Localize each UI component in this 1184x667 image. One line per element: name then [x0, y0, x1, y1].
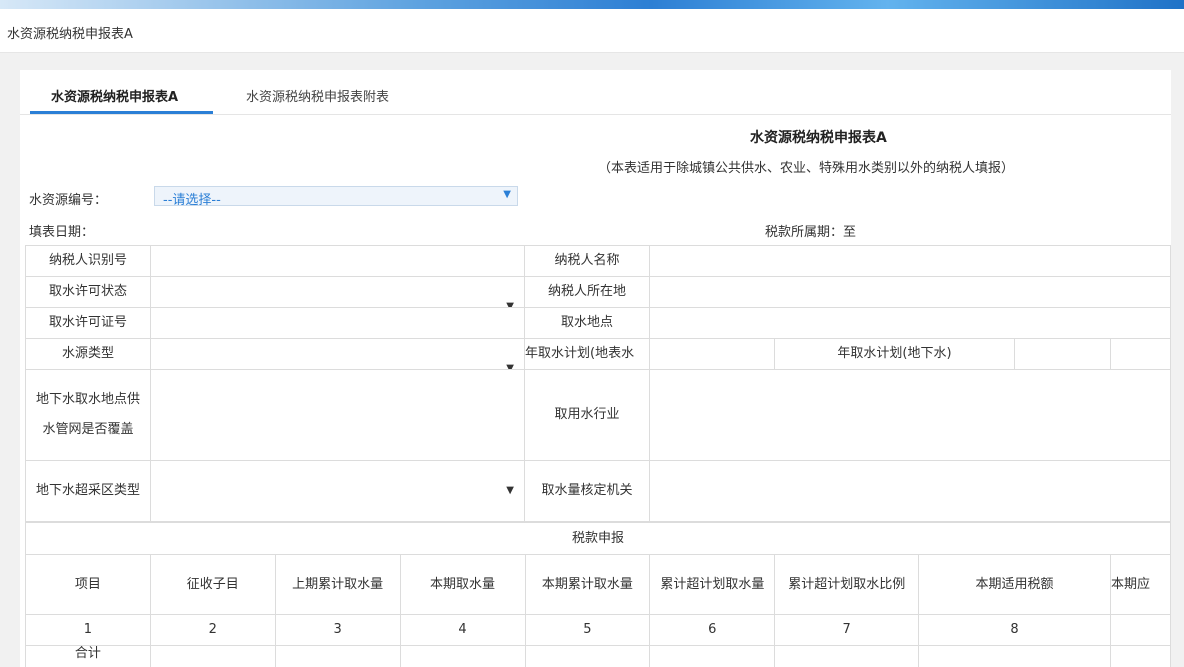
table-cell[interactable] — [524, 645, 651, 667]
total-row-label: 合计 — [25, 645, 151, 667]
breadcrumb: 水资源税纳税申报表A — [7, 27, 133, 42]
form-title: 水资源税纳税申报表A — [750, 130, 887, 146]
table-cell[interactable] — [149, 645, 276, 667]
chevron-down-icon: ▼ — [506, 301, 514, 308]
water-resource-label: 水资源编号： — [29, 193, 108, 208]
tab-declaration-a[interactable]: 水资源税纳税申报表A — [51, 86, 178, 105]
water-resource-select[interactable]: --请选择-- ▼ — [154, 186, 518, 208]
verify-authority-field[interactable] — [649, 460, 1171, 522]
table-cell[interactable] — [774, 645, 920, 667]
groundwater-coverage-label: 地下水取水地点供水管网是否覆盖 — [25, 369, 151, 461]
tab-bar: 水资源税纳税申报表A 水资源税纳税申报表附表 — [20, 70, 1171, 115]
header-over-plan-ratio: 累计超计划取水比例 — [774, 554, 920, 615]
header-over-plan-volume: 累计超计划取水量 — [649, 554, 776, 615]
table-cell[interactable] — [918, 645, 1111, 667]
table-cell[interactable] — [1109, 645, 1171, 667]
col-number: 7 — [774, 614, 920, 646]
fill-date-label: 填表日期： — [29, 225, 95, 240]
chevron-down-icon: ▼ — [503, 189, 511, 200]
annual-plan-surface-field[interactable] — [649, 338, 775, 370]
header-sub-item: 征收子目 — [149, 554, 276, 615]
active-tab-indicator — [30, 111, 213, 114]
tax-declaration-table: 税款申报 项目 征收子目 上期累计取水量 本期取水量 本期累计取水量 累计超计划… — [25, 522, 1171, 667]
source-type-label: 水源类型 — [25, 338, 151, 370]
col-number: 6 — [649, 614, 776, 646]
table-cell[interactable] — [399, 645, 526, 667]
intake-site-field[interactable] — [649, 307, 1171, 339]
tab-declaration-attachment[interactable]: 水资源税纳税申报表附表 — [246, 86, 389, 105]
permit-no-field[interactable] — [150, 307, 525, 339]
form-panel: 水资源税纳税申报表A 水资源税纳税申报表附表 水资源税纳税申报表A （本表适用于… — [20, 70, 1171, 667]
groundwater-coverage-field[interactable] — [150, 369, 525, 461]
form-subtitle: （本表适用于除城镇公共供水、农业、特殊用水类别以外的纳税人填报） — [598, 161, 1015, 176]
header-current-cumulative: 本期累计取水量 — [524, 554, 651, 615]
header-prev-cumulative: 上期累计取水量 — [274, 554, 401, 615]
tax-section-title: 税款申报 — [25, 522, 1171, 555]
permit-status-label: 取水许可状态 — [25, 276, 151, 308]
permit-no-label: 取水许可证号 — [25, 307, 151, 339]
water-industry-label: 取用水行业 — [524, 369, 650, 461]
permit-status-select[interactable]: ▼ — [150, 276, 525, 308]
taxpayer-id-field[interactable] — [150, 245, 525, 277]
header-current-volume: 本期取水量 — [399, 554, 526, 615]
annual-plan-ground-label: 年取水计划(地下水) — [774, 338, 1015, 370]
breadcrumb-bar: 水资源税纳税申报表A — [0, 9, 1184, 53]
header-applicable-rate: 本期适用税额 — [918, 554, 1111, 615]
taxpayer-name-label: 纳税人名称 — [524, 245, 650, 277]
taxpayer-info-table: 纳税人识别号 纳税人名称 取水许可状态 ▼ 纳税人所在地 取水许可证号 取水地点… — [25, 245, 1171, 522]
taxpayer-name-field[interactable] — [649, 245, 1171, 277]
annual-plan-surface-label: 年取水计划(地表水 — [524, 338, 650, 370]
tax-period-label: 税款所属期：至 — [765, 225, 857, 240]
taxpayer-id-label: 纳税人识别号 — [25, 245, 151, 277]
intake-site-label: 取水地点 — [524, 307, 650, 339]
chevron-down-icon: ▼ — [506, 363, 514, 370]
header-current-payable: 本期应 — [1109, 554, 1171, 615]
col-number: 8 — [918, 614, 1111, 646]
chevron-down-icon: ▼ — [506, 485, 514, 496]
water-industry-field[interactable] — [649, 369, 1171, 461]
col-number: 1 — [25, 614, 151, 646]
col-number: 5 — [524, 614, 651, 646]
table-cell[interactable] — [649, 645, 776, 667]
col-number: 2 — [149, 614, 276, 646]
table-cell[interactable] — [274, 645, 401, 667]
annual-plan-extra-field[interactable] — [1110, 338, 1171, 370]
overexploit-type-select[interactable]: ▼ — [150, 460, 525, 522]
col-number: 3 — [274, 614, 401, 646]
header-item: 项目 — [25, 554, 151, 615]
col-number — [1109, 614, 1171, 646]
annual-plan-ground-field[interactable] — [1014, 338, 1111, 370]
top-banner — [0, 0, 1184, 9]
taxpayer-location-label: 纳税人所在地 — [524, 276, 650, 308]
verify-authority-label: 取水量核定机关 — [524, 460, 650, 522]
water-resource-select-value: --请选择-- — [163, 193, 221, 208]
overexploit-type-label: 地下水超采区类型 — [25, 460, 151, 522]
taxpayer-location-field[interactable] — [649, 276, 1171, 308]
source-type-select[interactable]: ▼ — [150, 338, 525, 370]
col-number: 4 — [399, 614, 526, 646]
